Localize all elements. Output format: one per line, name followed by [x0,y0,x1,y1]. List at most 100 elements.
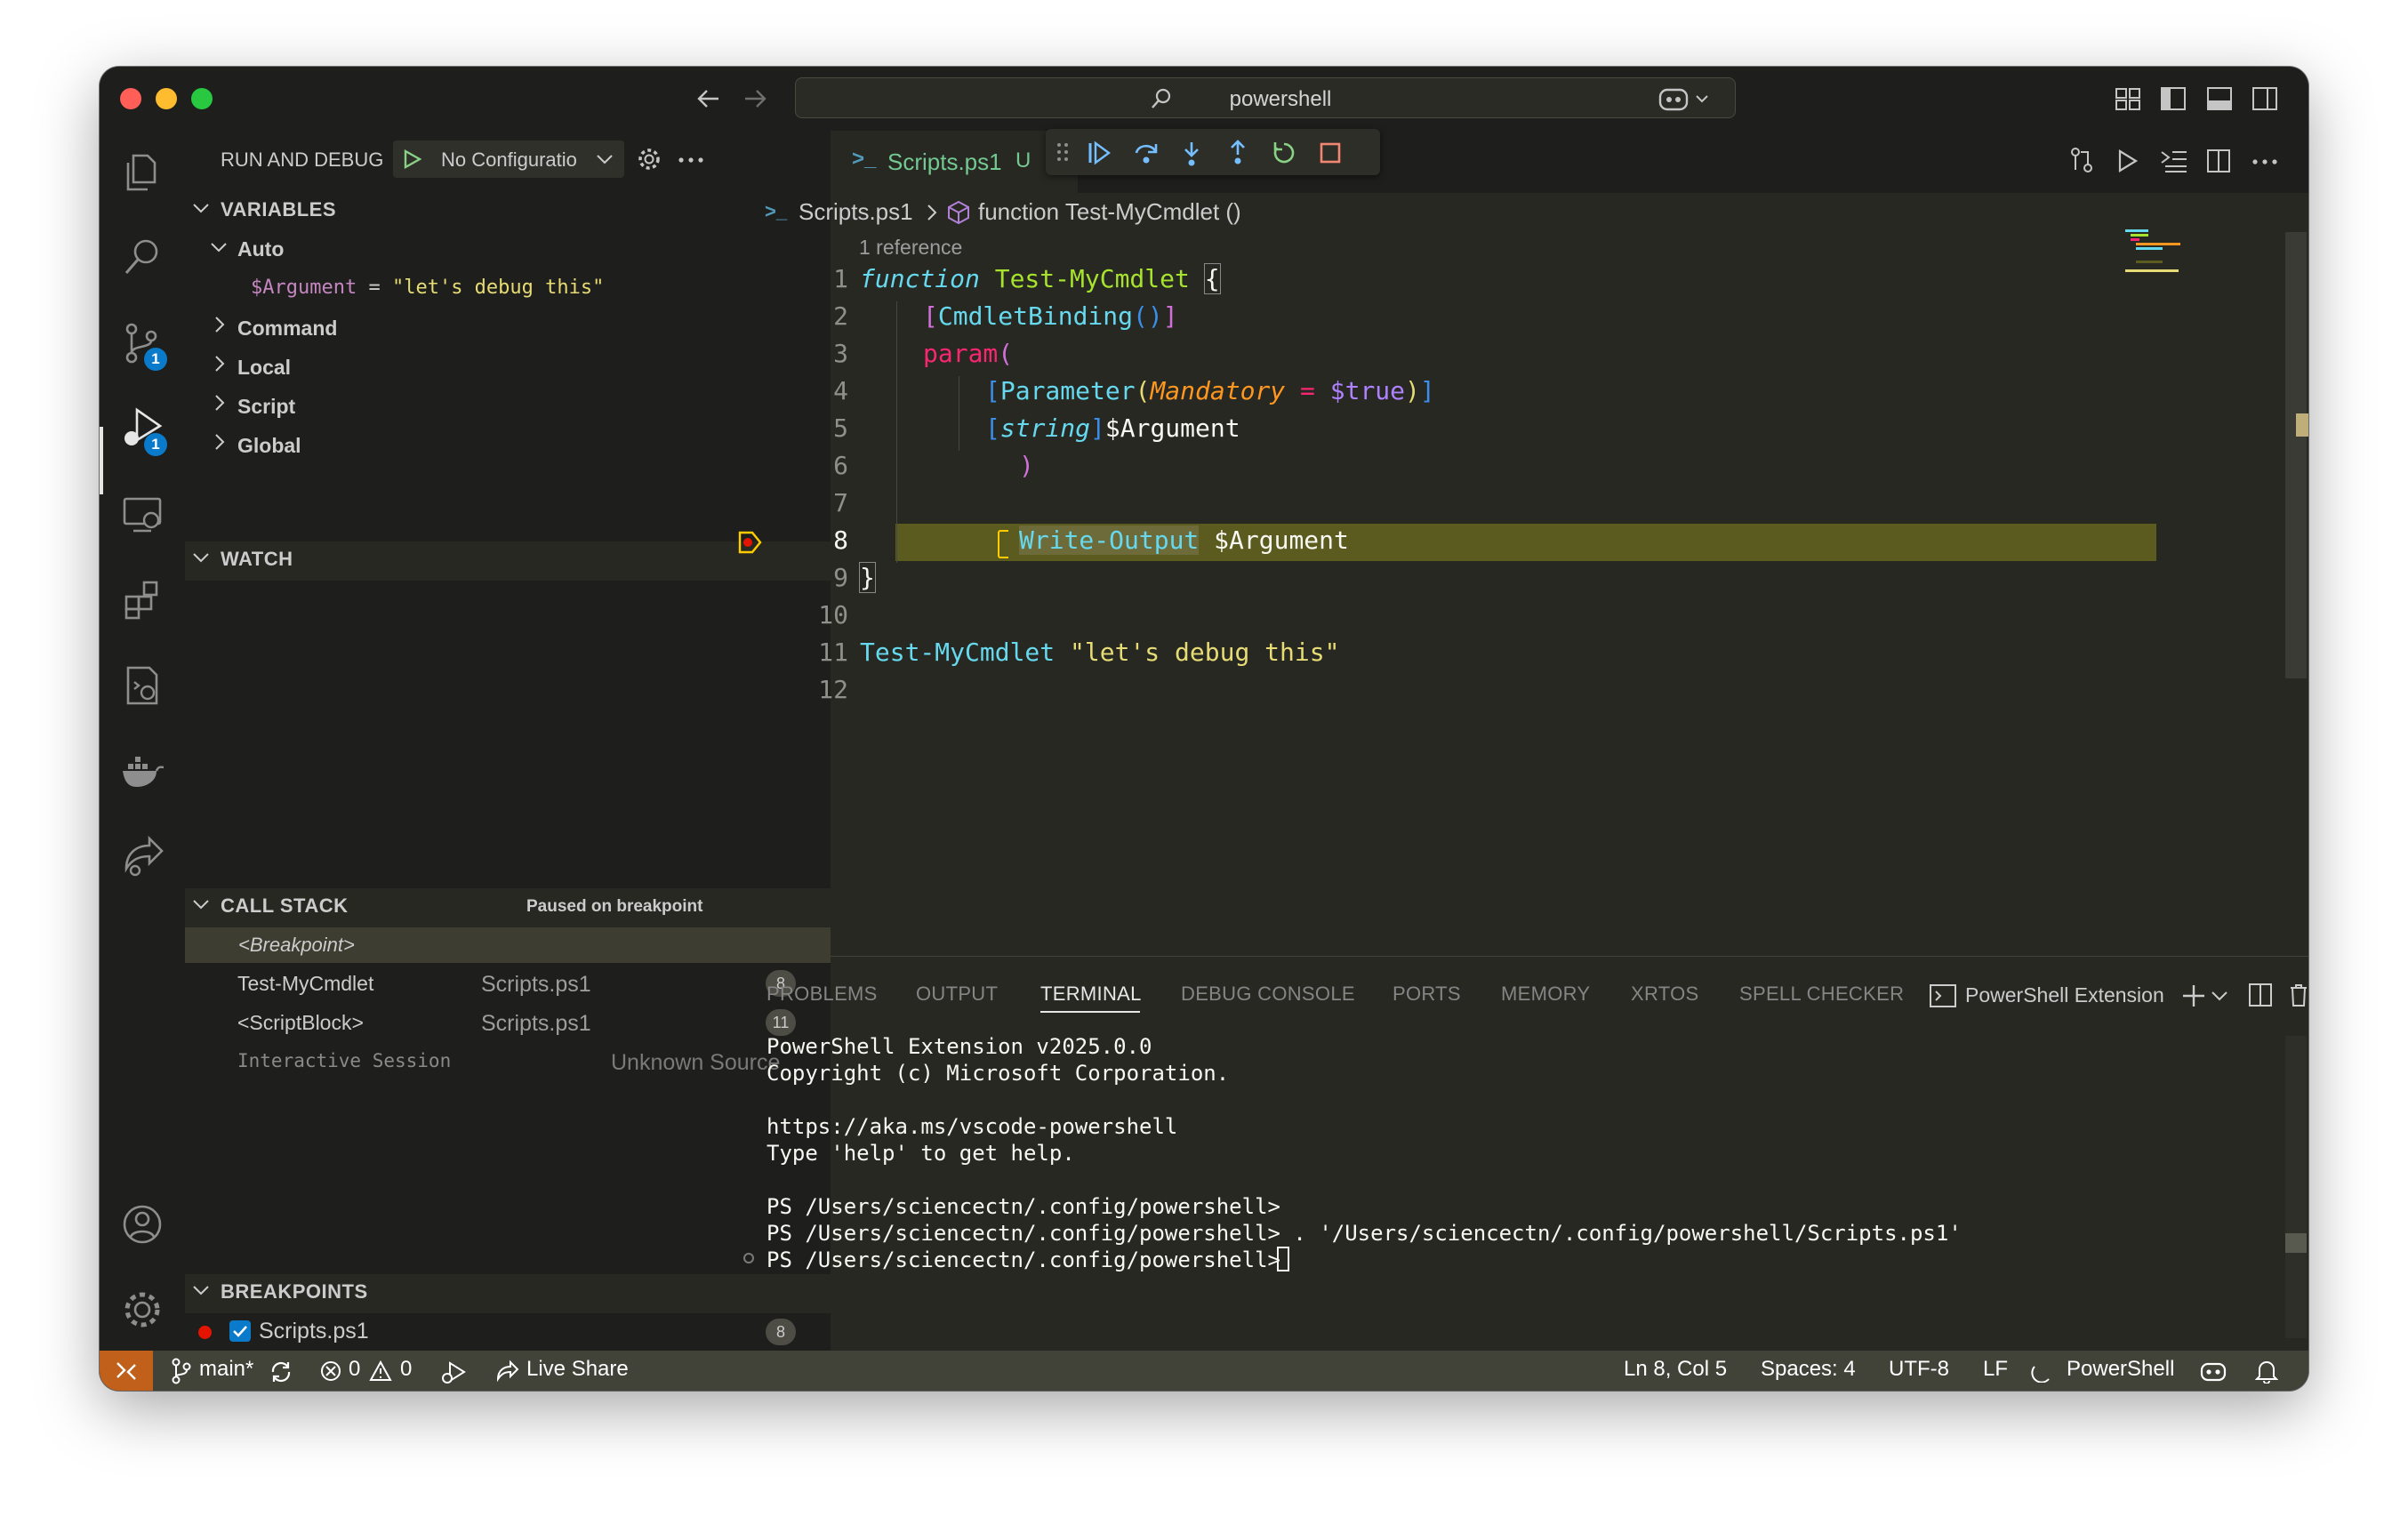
panel-tab-debug-console[interactable]: DEBUG CONSOLE [1181,983,1355,1006]
customize-layout-icon[interactable] [2115,86,2141,111]
live-share-icon[interactable] [494,1360,519,1384]
panel-tab-output[interactable]: OUTPUT [916,983,998,1006]
variables-section-header[interactable]: VARIABLES [221,198,336,221]
indentation[interactable]: Spaces: 4 [1761,1357,1856,1382]
more-actions-icon[interactable] [678,156,704,164]
powershell-commands-icon[interactable] [119,662,165,709]
chevron-right-icon[interactable] [213,355,226,373]
chevron-down-icon[interactable] [210,241,228,253]
chevron-down-icon[interactable] [192,202,210,214]
continue-icon[interactable] [1087,140,1112,165]
copilot-icon[interactable] [1658,83,1714,115]
live-share-icon[interactable] [119,833,165,879]
codelens-references[interactable]: 1 reference [859,236,962,260]
callstack-breakpoint-row[interactable]: <Breakpoint> [185,927,831,963]
code-line-3[interactable]: param( [923,339,1013,368]
terminal-line[interactable]: PS /Users/sciencectn/.config/powershell> [767,1247,1293,1272]
scope-global[interactable]: Global [237,434,301,458]
live-share-label[interactable]: Live Share [526,1357,629,1382]
callstack-section-header[interactable]: CALL STACK [221,894,349,918]
variable-argument[interactable]: $Argument = "let's debug this" [251,277,604,299]
close-window-button[interactable] [120,88,141,109]
code-line-5[interactable]: [string]$Argument [985,413,1240,443]
open-changes-icon[interactable] [2068,147,2095,173]
minimap[interactable] [2125,229,2196,283]
debug-config-dropdown[interactable]: No Configuratio [393,140,624,178]
docker-icon[interactable] [119,748,165,794]
scope-command[interactable]: Command [237,317,337,341]
notifications-bell-icon[interactable] [2255,1359,2278,1384]
command-center-search[interactable]: powershell [795,77,1736,118]
code-line-2[interactable]: [CmdletBinding()] [923,301,1178,331]
chevron-right-icon[interactable] [213,394,226,412]
error-icon[interactable] [320,1360,341,1382]
manage-gear-icon[interactable] [119,1287,165,1333]
remote-indicator[interactable] [100,1351,153,1391]
watch-section-header[interactable]: WATCH [221,548,293,571]
scope-local[interactable]: Local [237,356,291,380]
code-line-11[interactable]: Test-MyCmdlet "let's debug this" [860,638,1339,667]
chevron-down-icon[interactable] [192,1284,210,1296]
debug-status-icon[interactable] [441,1360,466,1384]
panel-tab-spell-checker[interactable]: SPELL CHECKER [1739,983,1904,1006]
search-icon[interactable] [119,234,165,280]
scope-auto[interactable]: Auto [237,237,284,261]
breadcrumb-symbol[interactable]: function Test-MyCmdlet () [978,198,1241,226]
chevron-right-icon[interactable] [213,433,226,451]
toggle-panel-icon[interactable] [2206,86,2233,111]
callstack-frame[interactable]: Test-MyCmdlet Scripts.ps1 8 [185,965,831,1002]
add-terminal-icon[interactable] [2180,983,2207,1009]
chevron-down-icon[interactable] [192,898,210,910]
breadcrumb-file[interactable]: Scripts.ps1 [799,198,913,226]
code-line-8[interactable]: Write-Output $Argument [1019,525,1349,555]
scope-script[interactable]: Script [237,395,295,419]
minimize-window-button[interactable] [156,88,177,109]
step-into-icon[interactable] [1179,140,1204,167]
language-status-icon[interactable] [2031,1361,2052,1383]
breakpoint-item[interactable]: Scripts.ps1 8 [185,1313,831,1351]
restart-icon[interactable] [1272,140,1296,165]
encoding[interactable]: UTF-8 [1889,1357,1949,1382]
split-terminal-icon[interactable] [2248,983,2273,1007]
breakpoints-section-header[interactable]: BREAKPOINTS [221,1280,368,1303]
code-line-1[interactable]: function Test-MyCmdlet { [860,263,1221,294]
back-arrow-icon[interactable] [695,86,722,111]
terminal-scrollbar-thumb[interactable] [2285,1233,2307,1253]
run-selection-icon[interactable] [2160,148,2188,173]
panel-tab-problems[interactable]: PROBLEMS [767,983,878,1006]
run-file-icon[interactable] [2116,148,2139,173]
copilot-status-icon[interactable] [2200,1358,2227,1384]
code-line-9[interactable]: } [859,562,876,593]
chevron-down-icon[interactable] [192,551,210,564]
toggle-secondary-sidebar-icon[interactable] [2251,86,2278,111]
cursor-position[interactable]: Ln 8, Col 5 [1624,1357,1727,1382]
panel-tab-memory[interactable]: MEMORY [1501,983,1590,1006]
stop-icon[interactable] [1318,140,1343,165]
chevron-right-icon[interactable] [213,316,226,333]
panel-tab-ports[interactable]: PORTS [1393,983,1461,1006]
breakpoint-checkbox[interactable] [229,1320,251,1342]
trash-icon[interactable] [2289,983,2308,1007]
drag-handle-icon[interactable] [1056,141,1069,163]
warning-count[interactable]: 0 [400,1357,412,1382]
remote-explorer-icon[interactable] [119,492,165,538]
explorer-icon[interactable] [119,148,165,195]
split-editor-icon[interactable] [2206,148,2231,173]
extensions-icon[interactable] [119,577,165,623]
breakpoint-paused-icon[interactable] [738,531,763,554]
editor-tab-scripts[interactable]: >_ Scripts.ps1 U [831,131,1078,193]
editor-more-actions-icon[interactable] [2251,157,2278,166]
step-out-icon[interactable] [1225,139,1250,165]
warning-icon[interactable] [369,1360,392,1382]
panel-tab-terminal[interactable]: TERMINAL [1040,983,1142,1006]
sync-icon[interactable] [269,1360,293,1384]
debug-settings-gear-icon[interactable] [636,146,662,172]
git-branch[interactable]: main* [199,1357,253,1382]
maximize-window-button[interactable] [191,88,213,109]
editor-scrollbar[interactable] [2285,232,2307,678]
step-over-icon[interactable] [1133,140,1160,165]
terminal-scrollbar[interactable] [2285,1036,2307,1338]
panel-tab-xrtos[interactable]: XRTOS [1631,983,1699,1006]
terminal-name[interactable]: PowerShell Extension [1965,983,2164,1007]
toggle-primary-sidebar-icon[interactable] [2160,86,2187,111]
